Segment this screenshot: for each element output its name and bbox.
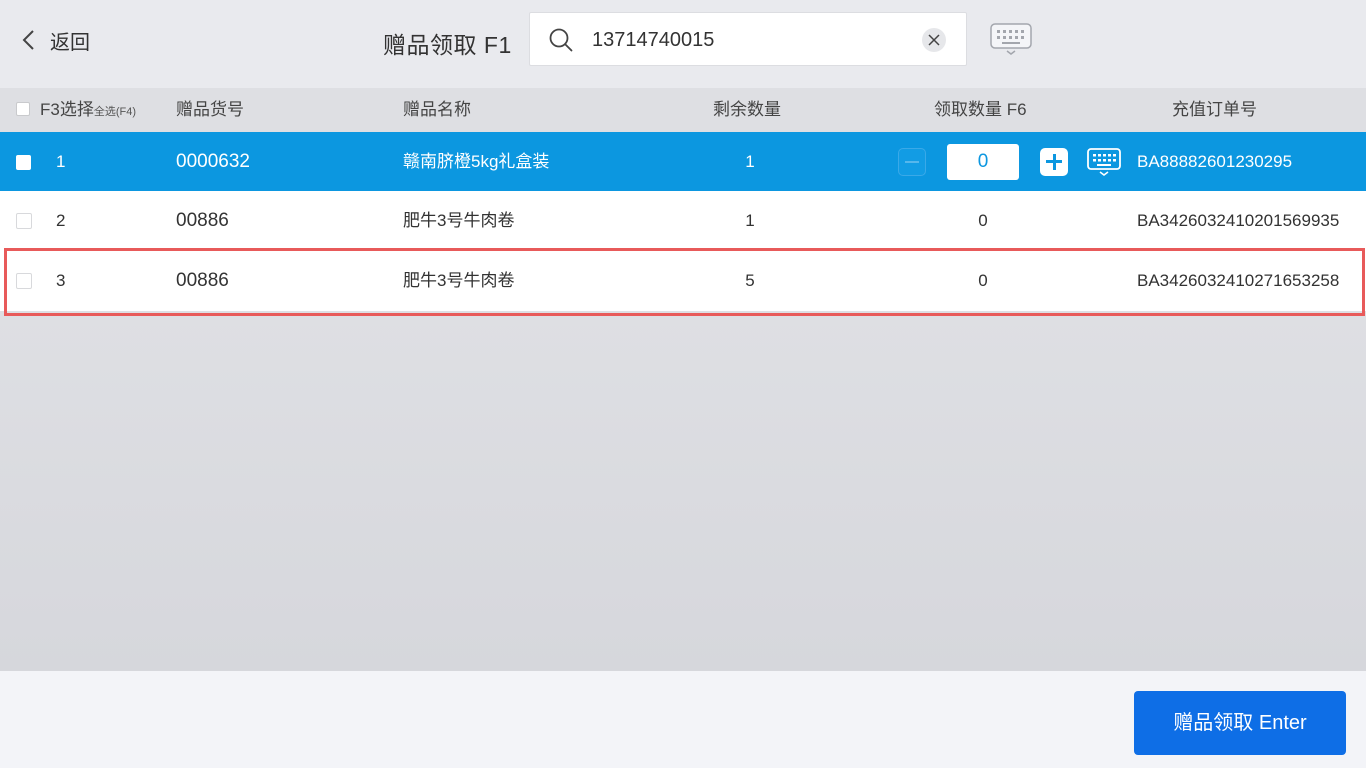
table-row[interactable]: 3 00886 肥牛3号牛肉卷 5 0 BA342603241027165325… (0, 251, 1366, 311)
chevron-left-icon (22, 30, 34, 50)
column-name: 赠品名称 (403, 100, 471, 119)
remaining-qty: 1 (745, 152, 755, 171)
gift-name: 肥牛3号牛肉卷 (403, 211, 515, 230)
row-index: 3 (56, 271, 66, 290)
table-row[interactable]: 2 00886 肥牛3号牛肉卷 1 0 BA342603241020156993… (0, 191, 1366, 251)
keyboard-icon[interactable] (1086, 147, 1122, 177)
top-bar: 返回 赠品领取 F1 (0, 0, 1366, 88)
back-button[interactable]: 返回 (20, 24, 90, 56)
row-index: 1 (56, 152, 66, 171)
gift-code: 0000632 (176, 151, 250, 172)
select-all-hint: 全选(F4) (93, 106, 137, 118)
row-checkbox[interactable] (16, 273, 32, 289)
gift-name: 肥牛3号牛肉卷 (403, 271, 515, 290)
select-all-checkbox[interactable] (16, 102, 30, 116)
decrease-qty-button[interactable] (898, 148, 926, 176)
table-header: F3选择全选(F4) 赠品货号 赠品名称 剩余数量 领取数量 F6 充值订单号 (0, 88, 1366, 132)
row-checkbox[interactable] (16, 155, 31, 170)
search-icon (549, 28, 573, 52)
claim-qty-input[interactable] (947, 144, 1019, 180)
order-number: BA88882601230295 (1137, 152, 1293, 171)
column-select: F3选择全选(F4) (40, 100, 137, 119)
order-number: BA3426032410201569935 (1137, 211, 1340, 230)
column-code: 赠品货号 (176, 100, 244, 119)
clear-search-button[interactable] (922, 28, 946, 52)
gift-claim-page: 返回 赠品领取 F1 13714740015 F3选择全选(F4) 赠品货号 赠… (0, 0, 1366, 768)
gift-code: 00886 (176, 210, 229, 231)
column-claim-qty: 领取数量 F6 (934, 100, 1027, 119)
remaining-qty: 5 (745, 271, 755, 290)
close-icon (928, 34, 940, 46)
footer-bar: 赠品领取 Enter (0, 671, 1366, 768)
column-order-no: 充值订单号 (1172, 100, 1257, 119)
search-input[interactable] (590, 23, 914, 57)
gift-name: 赣南脐橙5kg礼盒装 (403, 152, 550, 171)
order-number: BA3426032410271653258 (1137, 271, 1340, 290)
increase-qty-button[interactable] (1040, 148, 1068, 176)
row-checkbox[interactable] (16, 213, 32, 229)
claim-gift-button[interactable]: 赠品领取 Enter (1134, 691, 1346, 755)
gift-code: 00886 (176, 270, 229, 291)
claim-qty: 0 (978, 271, 988, 290)
column-remaining: 剩余数量 (713, 100, 781, 119)
back-label: 返回 (50, 31, 90, 54)
row-index: 2 (56, 211, 66, 230)
search-box[interactable] (529, 12, 967, 66)
remaining-qty: 1 (745, 211, 755, 230)
claim-qty: 0 (978, 211, 988, 230)
table-row[interactable]: 1 0000632 赣南脐橙5kg礼盒装 1 BA88882601230295 (0, 132, 1366, 192)
page-title: 赠品领取 F1 (383, 32, 512, 58)
keyboard-icon[interactable] (989, 22, 1033, 56)
